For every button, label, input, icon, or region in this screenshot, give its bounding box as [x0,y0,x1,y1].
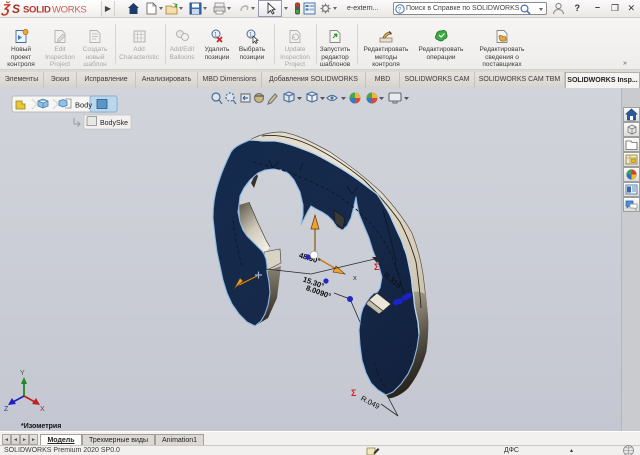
svg-text:S: S [12,2,20,16]
svg-text:SOLID: SOLID [23,5,51,16]
svg-text:WORKS: WORKS [52,5,86,16]
svg-text:?: ? [398,6,402,13]
svg-text:Ǯ: Ǯ [0,1,12,16]
